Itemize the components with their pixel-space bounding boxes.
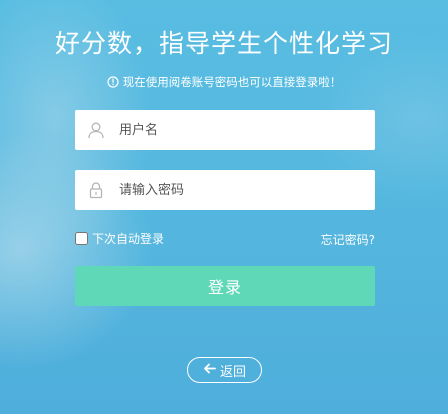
password-field [75,170,375,210]
back-button[interactable]: 返回 [187,357,262,383]
notice-text: 现在使用阅卷账号密码也可以直接登录啦！ [122,75,342,89]
username-field [75,110,375,150]
login-notice: 现在使用阅卷账号密码也可以直接登录啦！ [0,74,448,90]
password-input[interactable] [113,170,375,210]
back-label: 返回 [219,364,246,380]
remember-me[interactable]: 下次自动登录 [75,230,164,247]
username-input[interactable] [113,110,375,150]
forgot-password-link[interactable]: 忘记密码? [321,231,375,248]
login-page: 好分数，指导学生个性化学习 现在使用阅卷账号密码也可以直接登录啦！ 用户名 下次… [0,0,448,414]
user-icon [75,121,113,139]
page-title: 好分数，指导学生个性化学习 [54,29,393,58]
lock-icon [75,181,113,199]
info-circle-icon [107,76,119,88]
remember-checkbox[interactable] [75,232,88,245]
remember-label: 下次自动登录 [92,232,165,246]
arrow-left-icon [203,363,216,378]
login-button[interactable]: 登录 [75,266,375,306]
